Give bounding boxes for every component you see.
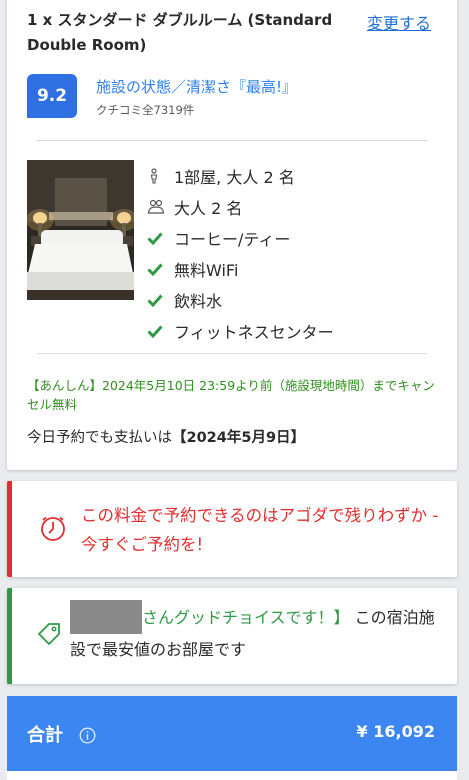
list-item: 1部屋, 大人 2 名 bbox=[147, 160, 334, 191]
check-icon bbox=[147, 231, 174, 245]
check-icon bbox=[147, 324, 174, 338]
check-icon bbox=[147, 262, 174, 276]
list-item: コーヒー/ティー bbox=[147, 222, 334, 253]
person-icon bbox=[147, 167, 174, 184]
good-choice-highlight: さんグッドチョイスです！】 bbox=[142, 608, 350, 627]
list-item: 無料WiFi bbox=[147, 253, 334, 284]
amenity-label: 1部屋, 大人 2 名 bbox=[174, 167, 295, 187]
amenity-label: 飲料水 bbox=[174, 291, 223, 311]
review-score-badge: 9.2 bbox=[27, 74, 77, 118]
divider bbox=[37, 140, 427, 141]
total-price-bar: 合計 ¥ 16,092 bbox=[7, 696, 457, 771]
clock-icon bbox=[38, 514, 68, 548]
free-cancellation-notice: 【あんしん】2024年5月10日 23:59より前（施設現地時間）までキャンセル… bbox=[27, 378, 435, 412]
total-price: ¥ 16,092 bbox=[356, 722, 435, 741]
amenity-label: 無料WiFi bbox=[174, 260, 239, 280]
check-icon bbox=[147, 293, 174, 307]
review-score-label[interactable]: 施設の状態／清潔さ『最高!』 bbox=[96, 76, 297, 97]
info-icon[interactable] bbox=[79, 727, 96, 748]
amenity-label: フィットネスセンター bbox=[174, 322, 334, 342]
list-item: フィットネスセンター bbox=[147, 315, 334, 346]
list-item: 飲料水 bbox=[147, 284, 334, 315]
amenity-label: 大人 2 名 bbox=[174, 198, 243, 218]
urgency-alert: この料金で予約できるのはアゴダで残りわずか - 今すぐご予約を! bbox=[7, 481, 457, 577]
list-item: 大人 2 名 bbox=[147, 191, 334, 222]
room-title: 1 x スタンダード ダブルルーム (Standard Double Room) bbox=[27, 11, 333, 54]
divider bbox=[37, 353, 427, 354]
tag-icon bbox=[36, 621, 62, 651]
review-count: クチコミ全7319件 bbox=[96, 103, 195, 117]
room-photo[interactable] bbox=[27, 160, 134, 300]
payment-prefix: 今日予約でも支払いは bbox=[27, 430, 172, 446]
payment-date: 【2024年5月9日】 bbox=[172, 430, 306, 446]
bed-icon bbox=[147, 199, 174, 215]
total-label: 合計 bbox=[27, 725, 63, 746]
urgency-alert-text: この料金で予約できるのはアゴダで残りわずか - 今すぐご予約を! bbox=[81, 506, 439, 554]
amenity-list: 1部屋, 大人 2 名 大人 2 名 コーヒー/ティー 無料WiFi 飲料水 フ… bbox=[147, 160, 334, 346]
redacted-name bbox=[70, 599, 142, 634]
room-card: 1 x スタンダード ダブルルーム (Standard Double Room)… bbox=[7, 0, 457, 470]
bottom-panel bbox=[7, 771, 457, 780]
change-room-link[interactable]: 変更する bbox=[367, 10, 431, 34]
amenity-label: コーヒー/ティー bbox=[174, 229, 291, 249]
payment-notice: 今日予約でも支払いは【2024年5月9日】 bbox=[27, 426, 305, 447]
good-choice-notice: さんグッドチョイスです！】 この宿泊施設で最安値のお部屋です bbox=[7, 588, 457, 684]
good-choice-text: さんグッドチョイスです！】 この宿泊施設で最安値のお部屋です bbox=[70, 599, 440, 666]
